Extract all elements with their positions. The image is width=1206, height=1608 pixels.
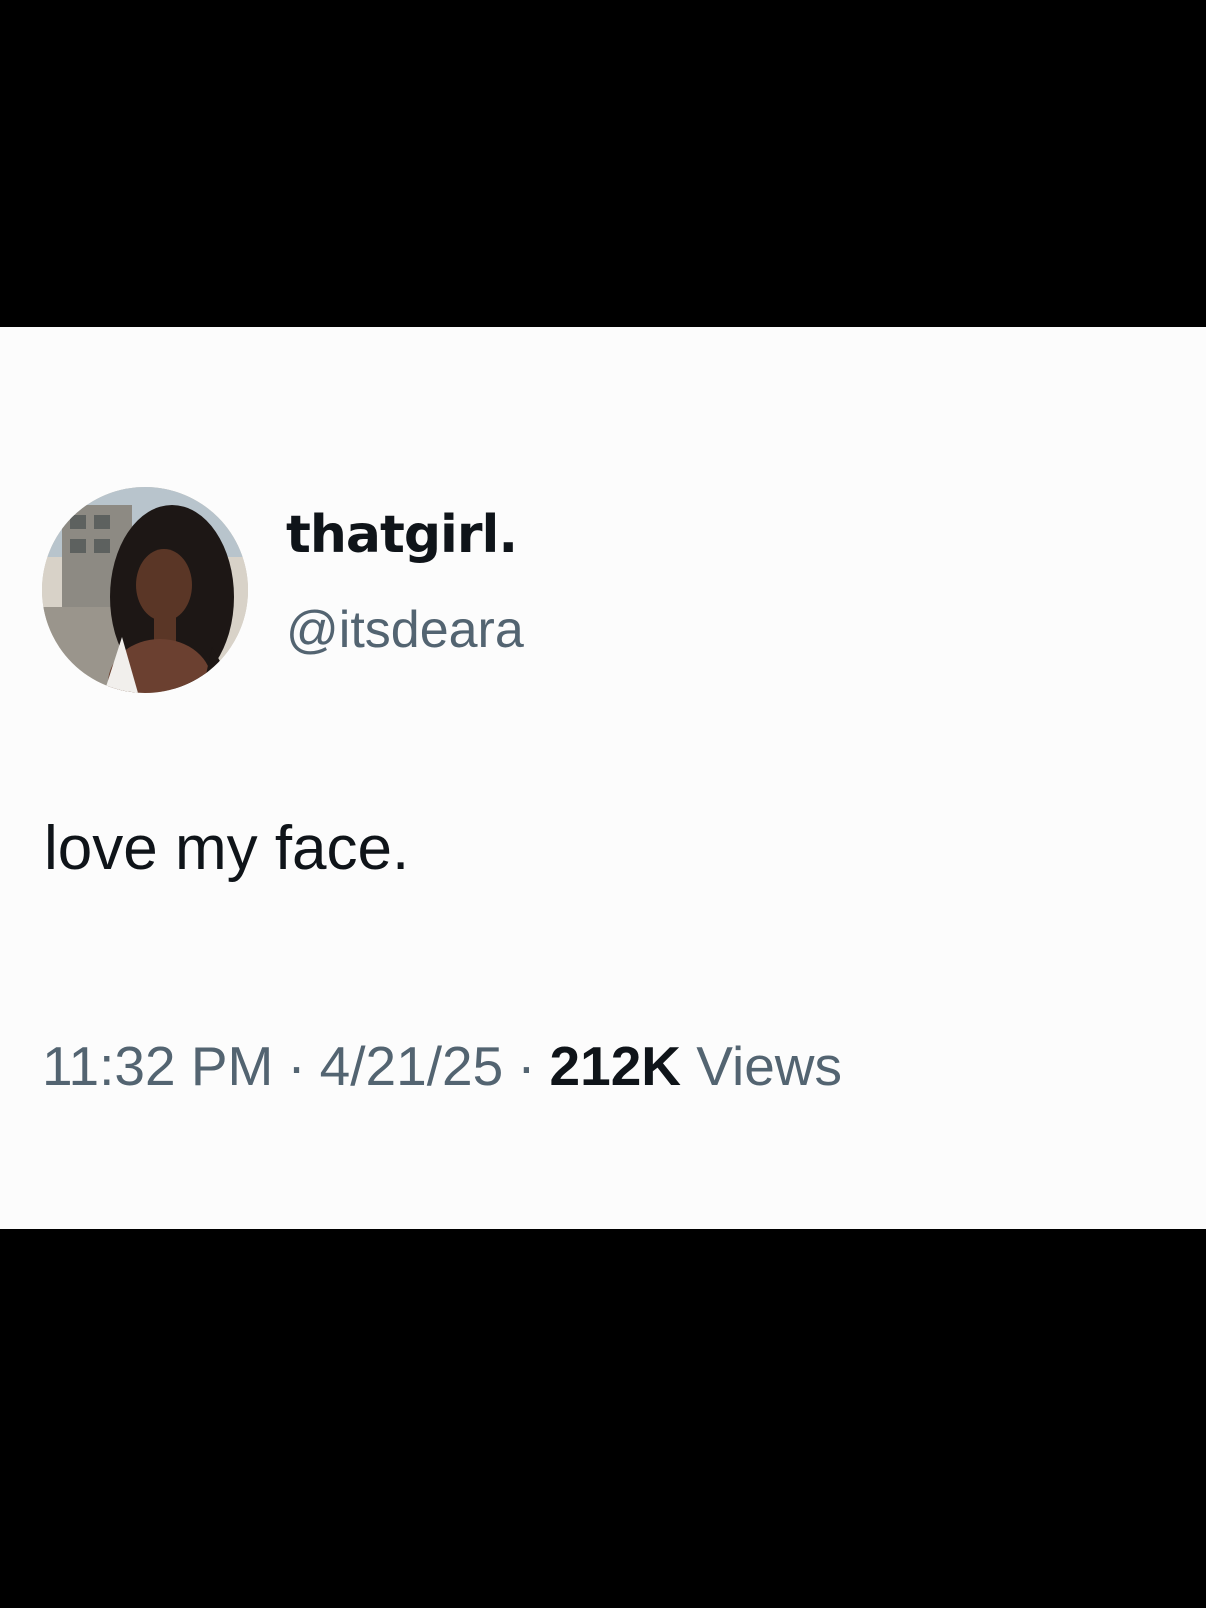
meta-separator: ·	[287, 1035, 306, 1097]
display-name[interactable]: thatgirl.	[286, 509, 518, 561]
tweet-meta: 11:32 PM · 4/21/25 · 212K Views	[42, 1039, 842, 1094]
tweet-time[interactable]: 11:32 PM	[42, 1035, 273, 1097]
tweet-card: thatgirl. @itsdeara love my face. 11:32 …	[0, 327, 1206, 1229]
avatar[interactable]	[42, 487, 248, 693]
screenshot-frame: thatgirl. @itsdeara love my face. 11:32 …	[0, 0, 1206, 1608]
views-label: Views	[696, 1035, 842, 1097]
tweet-date[interactable]: 4/21/25	[320, 1035, 504, 1097]
meta-separator: ·	[517, 1035, 536, 1097]
user-handle[interactable]: @itsdeara	[286, 604, 524, 656]
tweet-text: love my face.	[44, 814, 410, 883]
profile-photo-icon	[42, 487, 248, 693]
views-count[interactable]: 212K	[550, 1035, 681, 1097]
